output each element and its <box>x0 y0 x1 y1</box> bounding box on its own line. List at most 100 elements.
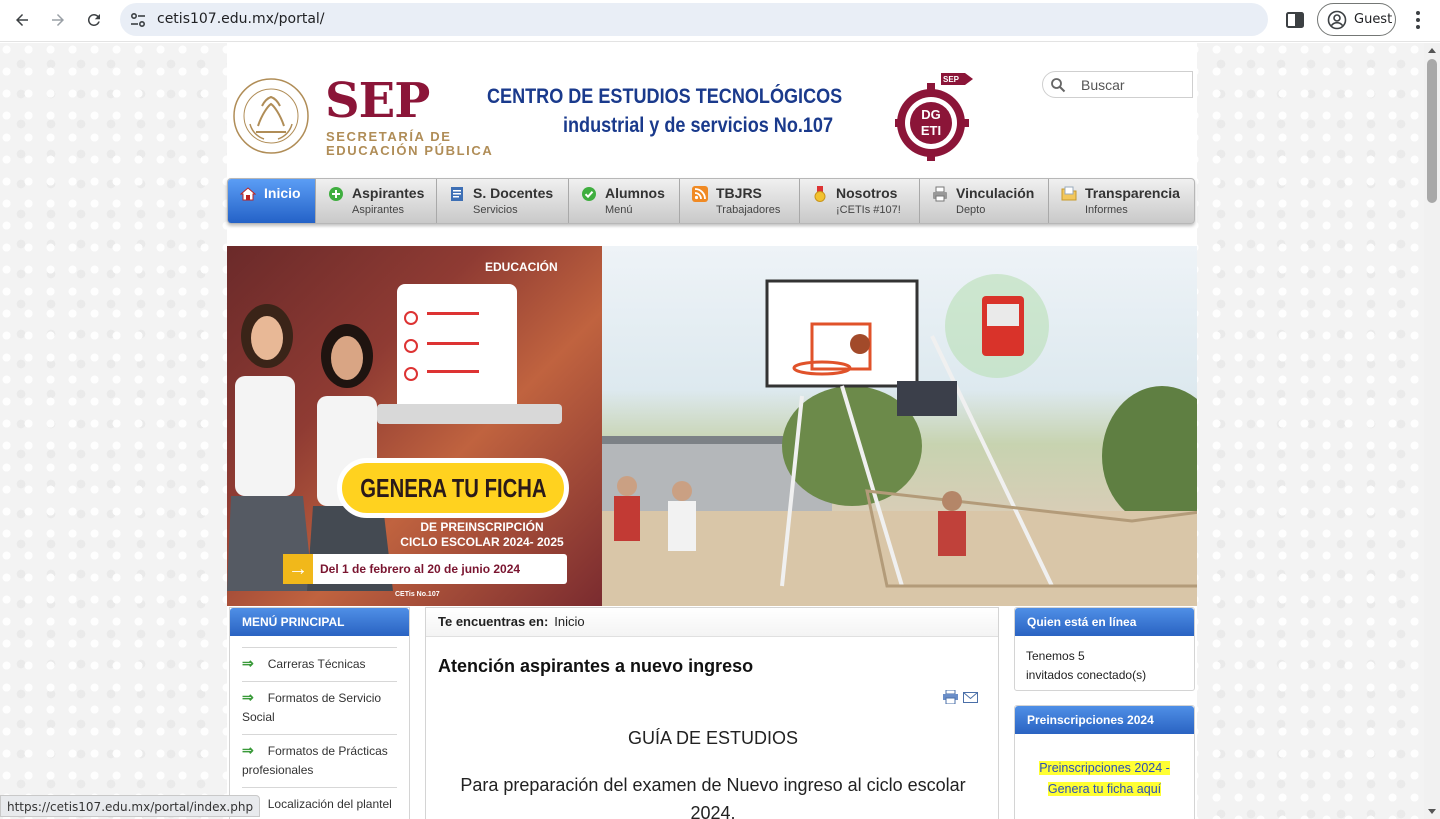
side-panel-icon[interactable] <box>1283 8 1307 32</box>
portal-page: SEP SECRETARÍA DE EDUCACIÓN PÚBLICA CENT… <box>227 43 1197 819</box>
site-settings-icon[interactable] <box>129 11 147 29</box>
scrollbar-thumb[interactable] <box>1427 59 1437 203</box>
browser-menu-button[interactable] <box>1408 8 1428 32</box>
scroll-up-arrow[interactable] <box>1428 48 1436 53</box>
arrow-right-icon <box>52 14 64 26</box>
menu-sublabel: Aspirantes <box>352 204 404 216</box>
browser-toolbar: cetis107.edu.mx/portal/ Guest <box>0 0 1440 42</box>
main-menu-list: ⇒ Carreras Técnicas ⇒ Formatos de Servicio… <box>230 636 409 819</box>
sep-subtitle-line1: SECRETARÍA DE <box>326 129 452 144</box>
green-arrow-icon: ⇒ <box>242 655 254 671</box>
sep-subtitle: SECRETARÍA DE EDUCACIÓN PÚBLICA <box>326 130 493 158</box>
school-name-line2: industrial y de servicios No.107 <box>563 114 834 137</box>
preinscription-banner[interactable]: EDUCACIÓN GENERA TU FICHA DE PREINSCRIPC… <box>227 246 602 606</box>
menu-item-aspirantes[interactable]: Aspirantes Aspirantes <box>316 179 437 223</box>
menu-item-vinculacion[interactable]: Vinculación Depto <box>920 179 1049 223</box>
forward-button[interactable] <box>44 6 72 34</box>
arrow-right-icon: → <box>283 554 313 584</box>
menu-item-nosotros[interactable]: Nosotros ¡CETIs #107! <box>800 179 920 223</box>
back-button[interactable] <box>8 6 36 34</box>
menu-sublabel: Informes <box>1085 204 1128 216</box>
printer-icon <box>933 186 947 202</box>
status-bar-url: https://cetis107.edu.mx/portal/index.php <box>0 795 261 817</box>
main-menu-item[interactable]: ⇒ Carreras Técnicas <box>242 647 397 681</box>
menu-label: Nosotros <box>836 185 898 201</box>
genera-ficha-pill: GENERA TU FICHA <box>337 458 569 518</box>
account-circle-icon <box>1327 10 1347 29</box>
address-bar[interactable]: cetis107.edu.mx/portal/ <box>120 3 1268 36</box>
article-paragraph: Para preparación del examen de Nuevo ing… <box>460 775 966 819</box>
menu-item-tbjrs[interactable]: TBJRS Trabajadores <box>680 179 800 223</box>
preinscriptions-body: Preinscripciones 2024 - Genera tu ficha … <box>1015 734 1194 800</box>
check-circle-icon <box>582 187 596 201</box>
main-menu-item-label[interactable]: Formatos de Servicio Social <box>242 691 381 724</box>
search-input[interactable] <box>1081 76 1189 94</box>
menu-item-alumnos[interactable]: Alumnos Menú <box>569 179 680 223</box>
menu-label: Vinculación <box>956 185 1035 201</box>
main-menu-item[interactable]: ⇒ Formatos de Servicio Social <box>242 681 397 734</box>
menu-item-inicio[interactable]: Inicio <box>228 179 316 223</box>
search-field[interactable] <box>1042 71 1193 98</box>
preinscription-line1: DE PREINSCRIPCIÓN <box>420 520 544 534</box>
breadcrumb-label: Te encuentras en: <box>438 614 549 629</box>
banner-illustration <box>227 284 562 591</box>
preinscriptions-link-line2[interactable]: Genera tu ficha aquí <box>1047 782 1162 796</box>
menu-sublabel: Depto <box>956 204 986 216</box>
medal-icon <box>814 186 826 202</box>
site-header: SEP SECRETARÍA DE EDUCACIÓN PÚBLICA CENT… <box>227 43 1197 176</box>
social-handle: CETis No.107 <box>395 591 440 598</box>
main-menu-item[interactable]: ⇒Localización del plantel <box>242 787 397 819</box>
page-scrollbar[interactable] <box>1424 43 1440 819</box>
preinscriptions-panel: Preinscripciones 2024 Preinscripciones 2… <box>1014 705 1195 819</box>
profile-label: Guest <box>1354 12 1393 27</box>
breadcrumb: Te encuentras en: Inicio <box>426 608 998 637</box>
print-icon[interactable] <box>943 690 958 704</box>
main-menu-item-label[interactable]: Carreras Técnicas <box>268 657 366 671</box>
plus-circle-icon <box>329 187 343 201</box>
sep-wordmark: SEP <box>325 73 430 129</box>
who-online-title: Quien está en línea <box>1015 608 1194 636</box>
home-icon <box>240 187 256 201</box>
reload-icon <box>87 13 100 26</box>
main-menu-bar: Inicio Aspirantes Aspirantes S. Docentes S… <box>227 178 1195 224</box>
who-online-body: Tenemos 5 invitados conectado(s) <box>1015 636 1194 685</box>
scroll-down-arrow[interactable] <box>1428 809 1436 814</box>
document-icon <box>451 187 463 201</box>
main-menu-panel: MENÚ PRINCIPAL ⇒ Carreras Técnicas ⇒ Forma… <box>229 607 410 819</box>
menu-label: S. Docentes <box>473 185 554 201</box>
reload-button[interactable] <box>80 6 108 34</box>
email-icon[interactable] <box>963 690 978 704</box>
rss-icon <box>692 186 708 202</box>
svg-text:ETI: ETI <box>921 123 941 138</box>
dates-text: Del 1 de febrero al 20 de junio 2024 <box>320 562 521 576</box>
menu-item-docentes[interactable]: S. Docentes Servicios <box>437 179 569 223</box>
dates-bar: → Del 1 de febrero al 20 de junio 2024 <box>283 554 567 584</box>
arrow-left-icon <box>16 14 28 26</box>
menu-label: Alumnos <box>605 185 665 201</box>
national-seal-logo <box>233 78 309 154</box>
campus-photo <box>602 246 1197 606</box>
breadcrumb-current: Inicio <box>554 614 585 629</box>
preinscription-line2: CICLO ESCOLAR 2024- 2025 <box>400 535 564 549</box>
preinscriptions-title: Preinscripciones 2024 <box>1015 706 1194 734</box>
main-menu-title: MENÚ PRINCIPAL <box>230 608 409 636</box>
menu-sublabel: ¡CETIs #107! <box>836 204 901 216</box>
educacion-logo-text: EDUCACIÓN <box>485 260 558 274</box>
menu-sublabel: Trabajadores <box>716 204 781 216</box>
basketball-court-illustration <box>602 274 1197 606</box>
menu-label: TBJRS <box>716 185 762 201</box>
menu-item-transparencia[interactable]: Transparencia Informes <box>1049 179 1194 223</box>
article-panel: Te encuentras en: Inicio Atención aspiran… <box>425 607 999 819</box>
preinscriptions-link-line1[interactable]: Preinscripciones 2024 - <box>1039 761 1170 775</box>
profile-button[interactable]: Guest <box>1317 3 1396 36</box>
green-arrow-icon: ⇒ <box>242 742 254 758</box>
folder-icon <box>1061 186 1077 201</box>
main-menu-item[interactable]: ⇒ Formatos de Prácticas profesionales <box>242 734 397 787</box>
main-menu-item-label[interactable]: Formatos de Prácticas profesionales <box>242 744 388 777</box>
svg-text:DG: DG <box>921 107 941 122</box>
dgeti-logo: DG ETI SEP <box>895 73 973 161</box>
page-viewport: SEP SECRETARÍA DE EDUCACIÓN PÚBLICA CENT… <box>0 43 1424 819</box>
search-icon <box>1051 78 1066 93</box>
menu-sublabel: Servicios <box>473 204 518 216</box>
main-menu-item-label[interactable]: Localización del plantel <box>268 797 392 811</box>
